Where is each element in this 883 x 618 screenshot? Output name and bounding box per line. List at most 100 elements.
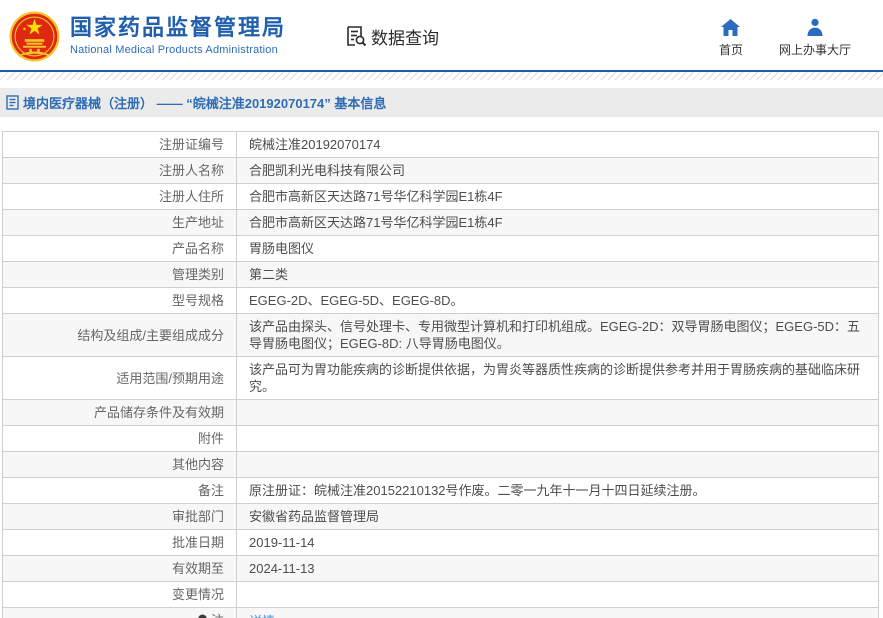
row-label-text: 管理类别 bbox=[171, 267, 224, 282]
row-label: 附件 bbox=[2, 425, 237, 452]
row-value-text: 合肥凯利光电科技有限公司 bbox=[249, 163, 406, 178]
nav-service-hall-label: 网上办事大厅 bbox=[778, 43, 851, 57]
row-label: 生产地址 bbox=[2, 209, 237, 236]
row-value-text: 胃肠电图仪 bbox=[249, 241, 315, 256]
table-row: 备注 原注册证：皖械注准20152210132号作废。二零一九年十一月十四日延续注… bbox=[2, 477, 879, 504]
table-row: 生产地址 合肥市高新区天达路71号华亿科学园E1栋4F bbox=[2, 209, 879, 236]
row-value bbox=[236, 581, 879, 608]
row-value-text: EGEG-2D、EGEG-5D、EGEG-8D。 bbox=[249, 293, 464, 308]
row-label: 批准日期 bbox=[2, 529, 237, 556]
row-label-text: 生产地址 bbox=[171, 215, 224, 230]
row-label: 变更情况 bbox=[2, 581, 237, 608]
table-row: 变更情况 bbox=[2, 581, 879, 608]
table-row: 产品储存条件及有效期 bbox=[2, 399, 879, 426]
row-label-text: 适用范围/预期用途 bbox=[116, 370, 224, 386]
row-value-text: 2024-11-13 bbox=[249, 561, 315, 576]
table-row: 附件 bbox=[2, 425, 879, 452]
row-label: 注册证编号 bbox=[2, 131, 237, 158]
table-row: 管理类别 第二类 bbox=[2, 261, 879, 288]
person-icon bbox=[806, 18, 824, 36]
row-value-text: 合肥市高新区天达路71号华亿科学园E1栋4F bbox=[249, 215, 503, 230]
row-value: 合肥凯利光电科技有限公司 bbox=[236, 157, 879, 184]
row-value-text: 第二类 bbox=[249, 267, 289, 282]
row-label-text: 结构及组成/主要组成成分 bbox=[77, 327, 224, 343]
row-value bbox=[236, 451, 879, 478]
row-value: 胃肠电图仪 bbox=[236, 235, 879, 262]
table-row: 注册人住所 合肥市高新区天达路71号华亿科学园E1栋4F bbox=[2, 183, 879, 210]
row-label-text: 注 bbox=[211, 612, 224, 618]
row-value-text: 安徽省药品监督管理局 bbox=[249, 509, 380, 524]
agency-branding: 国家药品监督管理局 National Medical Products Admi… bbox=[70, 15, 286, 56]
agency-name: 国家药品监督管理局 bbox=[70, 14, 287, 40]
row-label-text: 备注 bbox=[197, 483, 224, 498]
row-label-text: 审批部门 bbox=[171, 509, 224, 524]
row-label-text: 型号规格 bbox=[171, 293, 224, 308]
row-label-text: 产品名称 bbox=[171, 241, 224, 256]
row-value: 该产品由探头、信号处理卡、专用微型计算机和打印机组成。EGEG-2D：双导胃肠电… bbox=[236, 313, 879, 357]
data-query-link[interactable]: 数据查询 bbox=[344, 24, 439, 49]
row-label: 产品储存条件及有效期 bbox=[2, 399, 237, 426]
document-search-icon bbox=[347, 26, 367, 47]
table-row: 产品名称 胃肠电图仪 bbox=[2, 235, 879, 262]
row-label-text: 产品储存条件及有效期 bbox=[93, 405, 224, 420]
table-row: 型号规格 EGEG-2D、EGEG-5D、EGEG-8D。 bbox=[2, 287, 879, 314]
row-label-text: 注册人名称 bbox=[158, 163, 224, 178]
table-row: 有效期至 2024-11-13 bbox=[2, 555, 879, 582]
page-title: 境内医疗器械（注册） —— “皖械注准20192070174” 基本信息 bbox=[23, 96, 387, 111]
row-value: 2024-11-13 bbox=[236, 555, 879, 582]
row-value: 安徽省药品监督管理局 bbox=[236, 503, 879, 530]
row-label-text: 其他内容 bbox=[171, 457, 224, 472]
row-value-text: 该产品由探头、信号处理卡、专用微型计算机和打印机组成。EGEG-2D：双导胃肠电… bbox=[249, 319, 861, 351]
row-value-text: 2019-11-14 bbox=[249, 535, 315, 550]
row-value: 原注册证：皖械注准20152210132号作废。二零一九年十一月十四日延续注册。 bbox=[236, 477, 879, 504]
row-label-text: 有效期至 bbox=[171, 561, 224, 576]
row-label: 型号规格 bbox=[2, 287, 237, 314]
row-value: 2019-11-14 bbox=[236, 529, 879, 556]
table-row: 注 详情 bbox=[2, 607, 879, 618]
table-row: 结构及组成/主要组成成分 该产品由探头、信号处理卡、专用微型计算机和打印机组成。E… bbox=[2, 313, 879, 357]
row-label-text: 变更情况 bbox=[171, 587, 224, 602]
row-value: 合肥市高新区天达路71号华亿科学园E1栋4F bbox=[236, 209, 879, 236]
table-row: 注册人名称 合肥凯利光电科技有限公司 bbox=[2, 157, 879, 184]
home-icon bbox=[721, 18, 741, 36]
nav-item-service-hall[interactable]: 网上办事大厅 bbox=[779, 18, 851, 58]
row-label-text: 附件 bbox=[197, 431, 224, 446]
row-label: 有效期至 bbox=[2, 555, 237, 582]
header-nav: 首页 网上办事大厅 bbox=[719, 12, 873, 58]
row-value: 合肥市高新区天达路71号华亿科学园E1栋4F bbox=[236, 183, 879, 210]
row-value: 第二类 bbox=[236, 261, 879, 288]
table-row: 其他内容 bbox=[2, 451, 879, 478]
table-row: 批准日期 2019-11-14 bbox=[2, 529, 879, 556]
row-label: 审批部门 bbox=[2, 503, 237, 530]
lamp-icon bbox=[198, 614, 207, 618]
row-label: 管理类别 bbox=[2, 261, 237, 288]
national-emblem-logo bbox=[9, 11, 60, 61]
row-value bbox=[236, 399, 879, 426]
row-label: 注 bbox=[2, 607, 237, 618]
row-label: 结构及组成/主要组成成分 bbox=[2, 313, 237, 357]
row-label: 注册人名称 bbox=[2, 157, 237, 184]
detail-link[interactable]: 详情 bbox=[249, 614, 275, 618]
row-value: 皖械注准20192070174 bbox=[236, 131, 879, 158]
table-row: 注册证编号 皖械注准20192070174 bbox=[2, 131, 879, 158]
row-label-text: 批准日期 bbox=[171, 535, 224, 550]
row-value: 详情 bbox=[236, 607, 879, 618]
nav-item-home[interactable]: 首页 bbox=[719, 18, 743, 58]
row-label: 注册人住所 bbox=[2, 183, 237, 210]
table-row: 审批部门 安徽省药品监督管理局 bbox=[2, 503, 879, 530]
data-query-label: 数据查询 bbox=[371, 28, 440, 48]
agency-name-en: National Medical Products Administration bbox=[70, 43, 278, 56]
nav-home-label: 首页 bbox=[718, 43, 743, 57]
info-table-body: 注册证编号 皖械注准20192070174 注册人名称 合肥凯利光电科技有限公司 注册人… bbox=[2, 131, 879, 618]
row-value-text: 合肥市高新区天达路71号华亿科学园E1栋4F bbox=[249, 189, 503, 204]
row-value-text: 原注册证：皖械注准20152210132号作废。二零一九年十一月十四日延续注册。 bbox=[249, 483, 706, 498]
breadcrumb: 境内医疗器械（注册） —— “皖械注准20192070174” 基本信息 bbox=[0, 88, 883, 117]
document-icon bbox=[6, 95, 19, 110]
registration-info-table: 注册证编号 皖械注准20192070174 注册人名称 合肥凯利光电科技有限公司 注册人… bbox=[2, 131, 879, 618]
row-value-text: 皖械注准20192070174 bbox=[249, 137, 381, 152]
row-label: 产品名称 bbox=[2, 235, 237, 262]
row-label: 适用范围/预期用途 bbox=[2, 356, 237, 400]
row-value-text: 该产品可为胃功能疾病的诊断提供依据，为胃炎等器质性疾病的诊断提供参考并用于胃肠疾… bbox=[249, 362, 861, 394]
row-label-text: 注册证编号 bbox=[158, 137, 224, 152]
row-value: 该产品可为胃功能疾病的诊断提供依据，为胃炎等器质性疾病的诊断提供参考并用于胃肠疾… bbox=[236, 356, 879, 400]
